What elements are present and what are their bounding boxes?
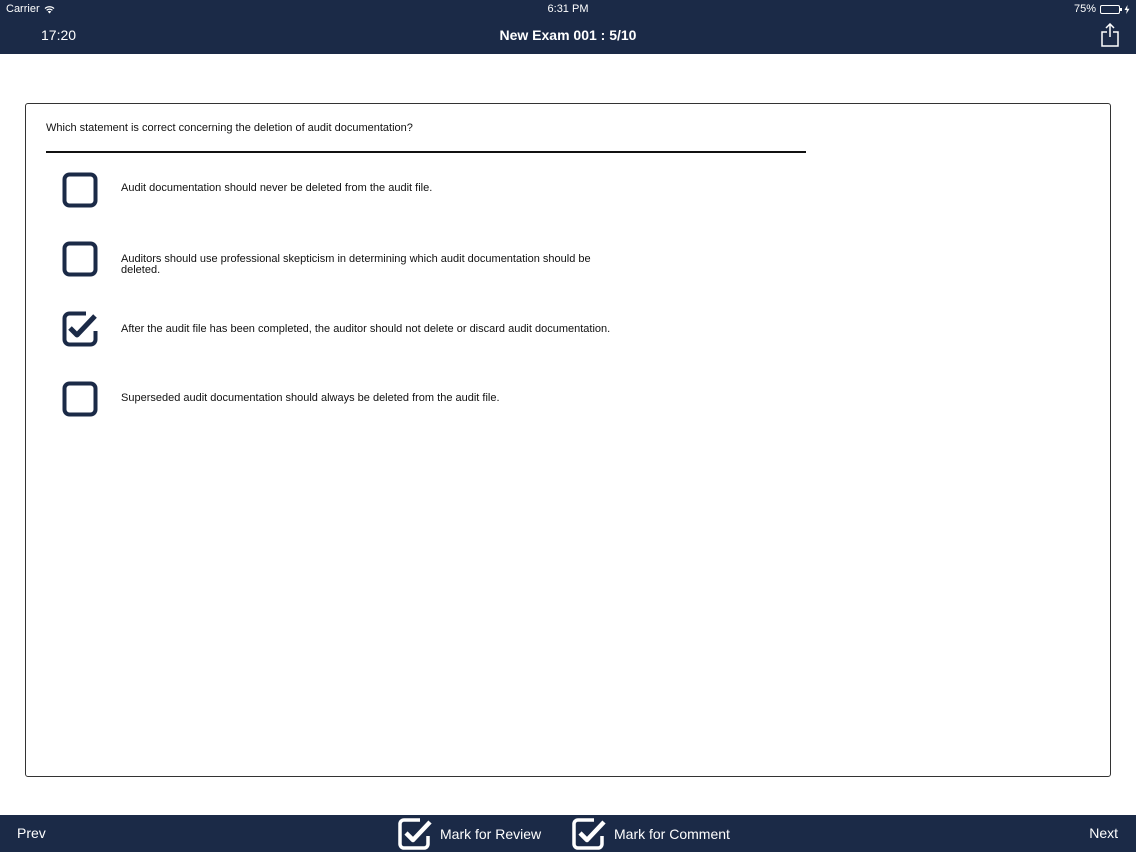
answer-option-4[interactable]: Superseded audit documentation should al… bbox=[62, 381, 762, 417]
checkbox-checked-icon bbox=[572, 818, 606, 850]
question-text: Which statement is correct concerning th… bbox=[46, 122, 413, 134]
charging-bolt-icon bbox=[1124, 4, 1130, 14]
answer-option-text: After the audit file has been completed,… bbox=[121, 323, 611, 335]
checkbox-unchecked-icon[interactable] bbox=[62, 241, 98, 277]
mark-for-comment-button[interactable]: Mark for Comment bbox=[572, 818, 730, 850]
next-button[interactable]: Next bbox=[1089, 825, 1118, 841]
question-divider bbox=[46, 151, 806, 153]
question-card: Which statement is correct concerning th… bbox=[25, 103, 1111, 777]
answer-option-3[interactable]: After the audit file has been completed,… bbox=[62, 311, 762, 347]
answer-option-1[interactable]: Audit documentation should never be dele… bbox=[62, 172, 762, 208]
battery-indicator: 75% bbox=[1074, 3, 1130, 15]
battery-percent: 75% bbox=[1073, 3, 1096, 15]
answer-option-text: Superseded audit documentation should al… bbox=[121, 392, 500, 404]
checkbox-unchecked-icon[interactable] bbox=[62, 172, 98, 208]
answer-option-2[interactable]: Auditors should use professional skeptic… bbox=[62, 241, 762, 277]
prev-button[interactable]: Prev bbox=[17, 825, 46, 841]
share-icon[interactable] bbox=[1100, 23, 1120, 47]
answer-option-text: Audit documentation should never be dele… bbox=[121, 182, 433, 194]
status-time: 6:31 PM bbox=[547, 3, 589, 15]
mark-for-review-label: Mark for Review bbox=[440, 826, 542, 842]
bottom-toolbar: Prev Mark for Review Mark for Comment Ne… bbox=[0, 815, 1136, 852]
mark-for-comment-label: Mark for Comment bbox=[614, 826, 730, 842]
mark-for-review-button[interactable]: Mark for Review bbox=[398, 818, 541, 850]
checkbox-checked-icon bbox=[398, 818, 432, 850]
checkbox-checked-icon[interactable] bbox=[62, 311, 98, 347]
answer-option-text: Auditors should use professional skeptic… bbox=[121, 253, 591, 276]
nav-bar: 17:20 New Exam 001 : 5/10 bbox=[0, 18, 1136, 54]
battery-icon bbox=[1100, 4, 1122, 14]
checkbox-unchecked-icon[interactable] bbox=[62, 381, 98, 417]
status-bar: Carrier 6:31 PM 75% bbox=[0, 0, 1136, 18]
exam-title: New Exam 001 : 5/10 bbox=[499, 27, 637, 43]
battery-cap bbox=[1120, 7, 1122, 11]
